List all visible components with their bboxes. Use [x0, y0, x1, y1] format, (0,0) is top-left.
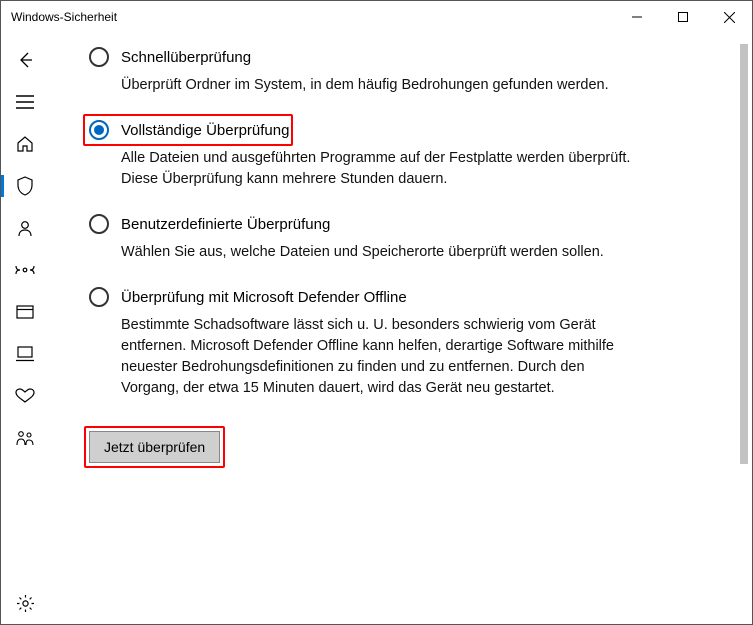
- radio-icon[interactable]: [89, 214, 109, 234]
- option-title: Vollständige Überprüfung: [121, 122, 289, 139]
- back-button[interactable]: [1, 39, 49, 81]
- maximize-button[interactable]: [660, 1, 706, 33]
- option-custom-scan[interactable]: Benutzerdefinierte Überprüfung Wählen Si…: [89, 214, 712, 263]
- nav-family-options[interactable]: [1, 417, 49, 459]
- sidebar: [1, 33, 49, 624]
- option-title: Schnellüberprüfung: [121, 49, 251, 66]
- option-description: Wählen Sie aus, welche Dateien und Speic…: [121, 242, 641, 263]
- option-title: Benutzerdefinierte Überprüfung: [121, 216, 330, 233]
- radio-icon[interactable]: [89, 120, 109, 140]
- nav-app-browser[interactable]: [1, 291, 49, 333]
- scrollbar-thumb[interactable]: [740, 44, 748, 464]
- close-button[interactable]: [706, 1, 752, 33]
- titlebar: Windows-Sicherheit: [1, 1, 752, 33]
- option-offline-scan[interactable]: Überprüfung mit Microsoft Defender Offli…: [89, 287, 712, 399]
- option-quick-scan[interactable]: Schnellüberprüfung Überprüft Ordner im S…: [89, 47, 712, 96]
- nav-device-security[interactable]: [1, 333, 49, 375]
- main-content: Schnellüberprüfung Überprüft Ordner im S…: [49, 33, 752, 624]
- option-description: Bestimmte Schadsoftware lässt sich u. U.…: [121, 315, 641, 399]
- radio-icon[interactable]: [89, 287, 109, 307]
- nav-device-performance[interactable]: [1, 375, 49, 417]
- nav-firewall[interactable]: [1, 249, 49, 291]
- option-description: Alle Dateien und ausgeführten Programme …: [121, 148, 641, 190]
- menu-button[interactable]: [1, 81, 49, 123]
- scrollbar[interactable]: [737, 34, 751, 623]
- nav-settings[interactable]: [1, 582, 49, 624]
- minimize-button[interactable]: [614, 1, 660, 33]
- nav-account-protection[interactable]: [1, 207, 49, 249]
- option-description: Überprüft Ordner im System, in dem häufi…: [121, 75, 641, 96]
- radio-icon[interactable]: [89, 47, 109, 67]
- option-full-scan[interactable]: Vollständige Überprüfung Alle Dateien un…: [89, 120, 712, 190]
- nav-home[interactable]: [1, 123, 49, 165]
- window-title: Windows-Sicherheit: [11, 10, 614, 24]
- scan-now-button[interactable]: Jetzt überprüfen: [89, 431, 220, 463]
- nav-virus-protection[interactable]: [1, 165, 49, 207]
- option-title: Überprüfung mit Microsoft Defender Offli…: [121, 289, 407, 306]
